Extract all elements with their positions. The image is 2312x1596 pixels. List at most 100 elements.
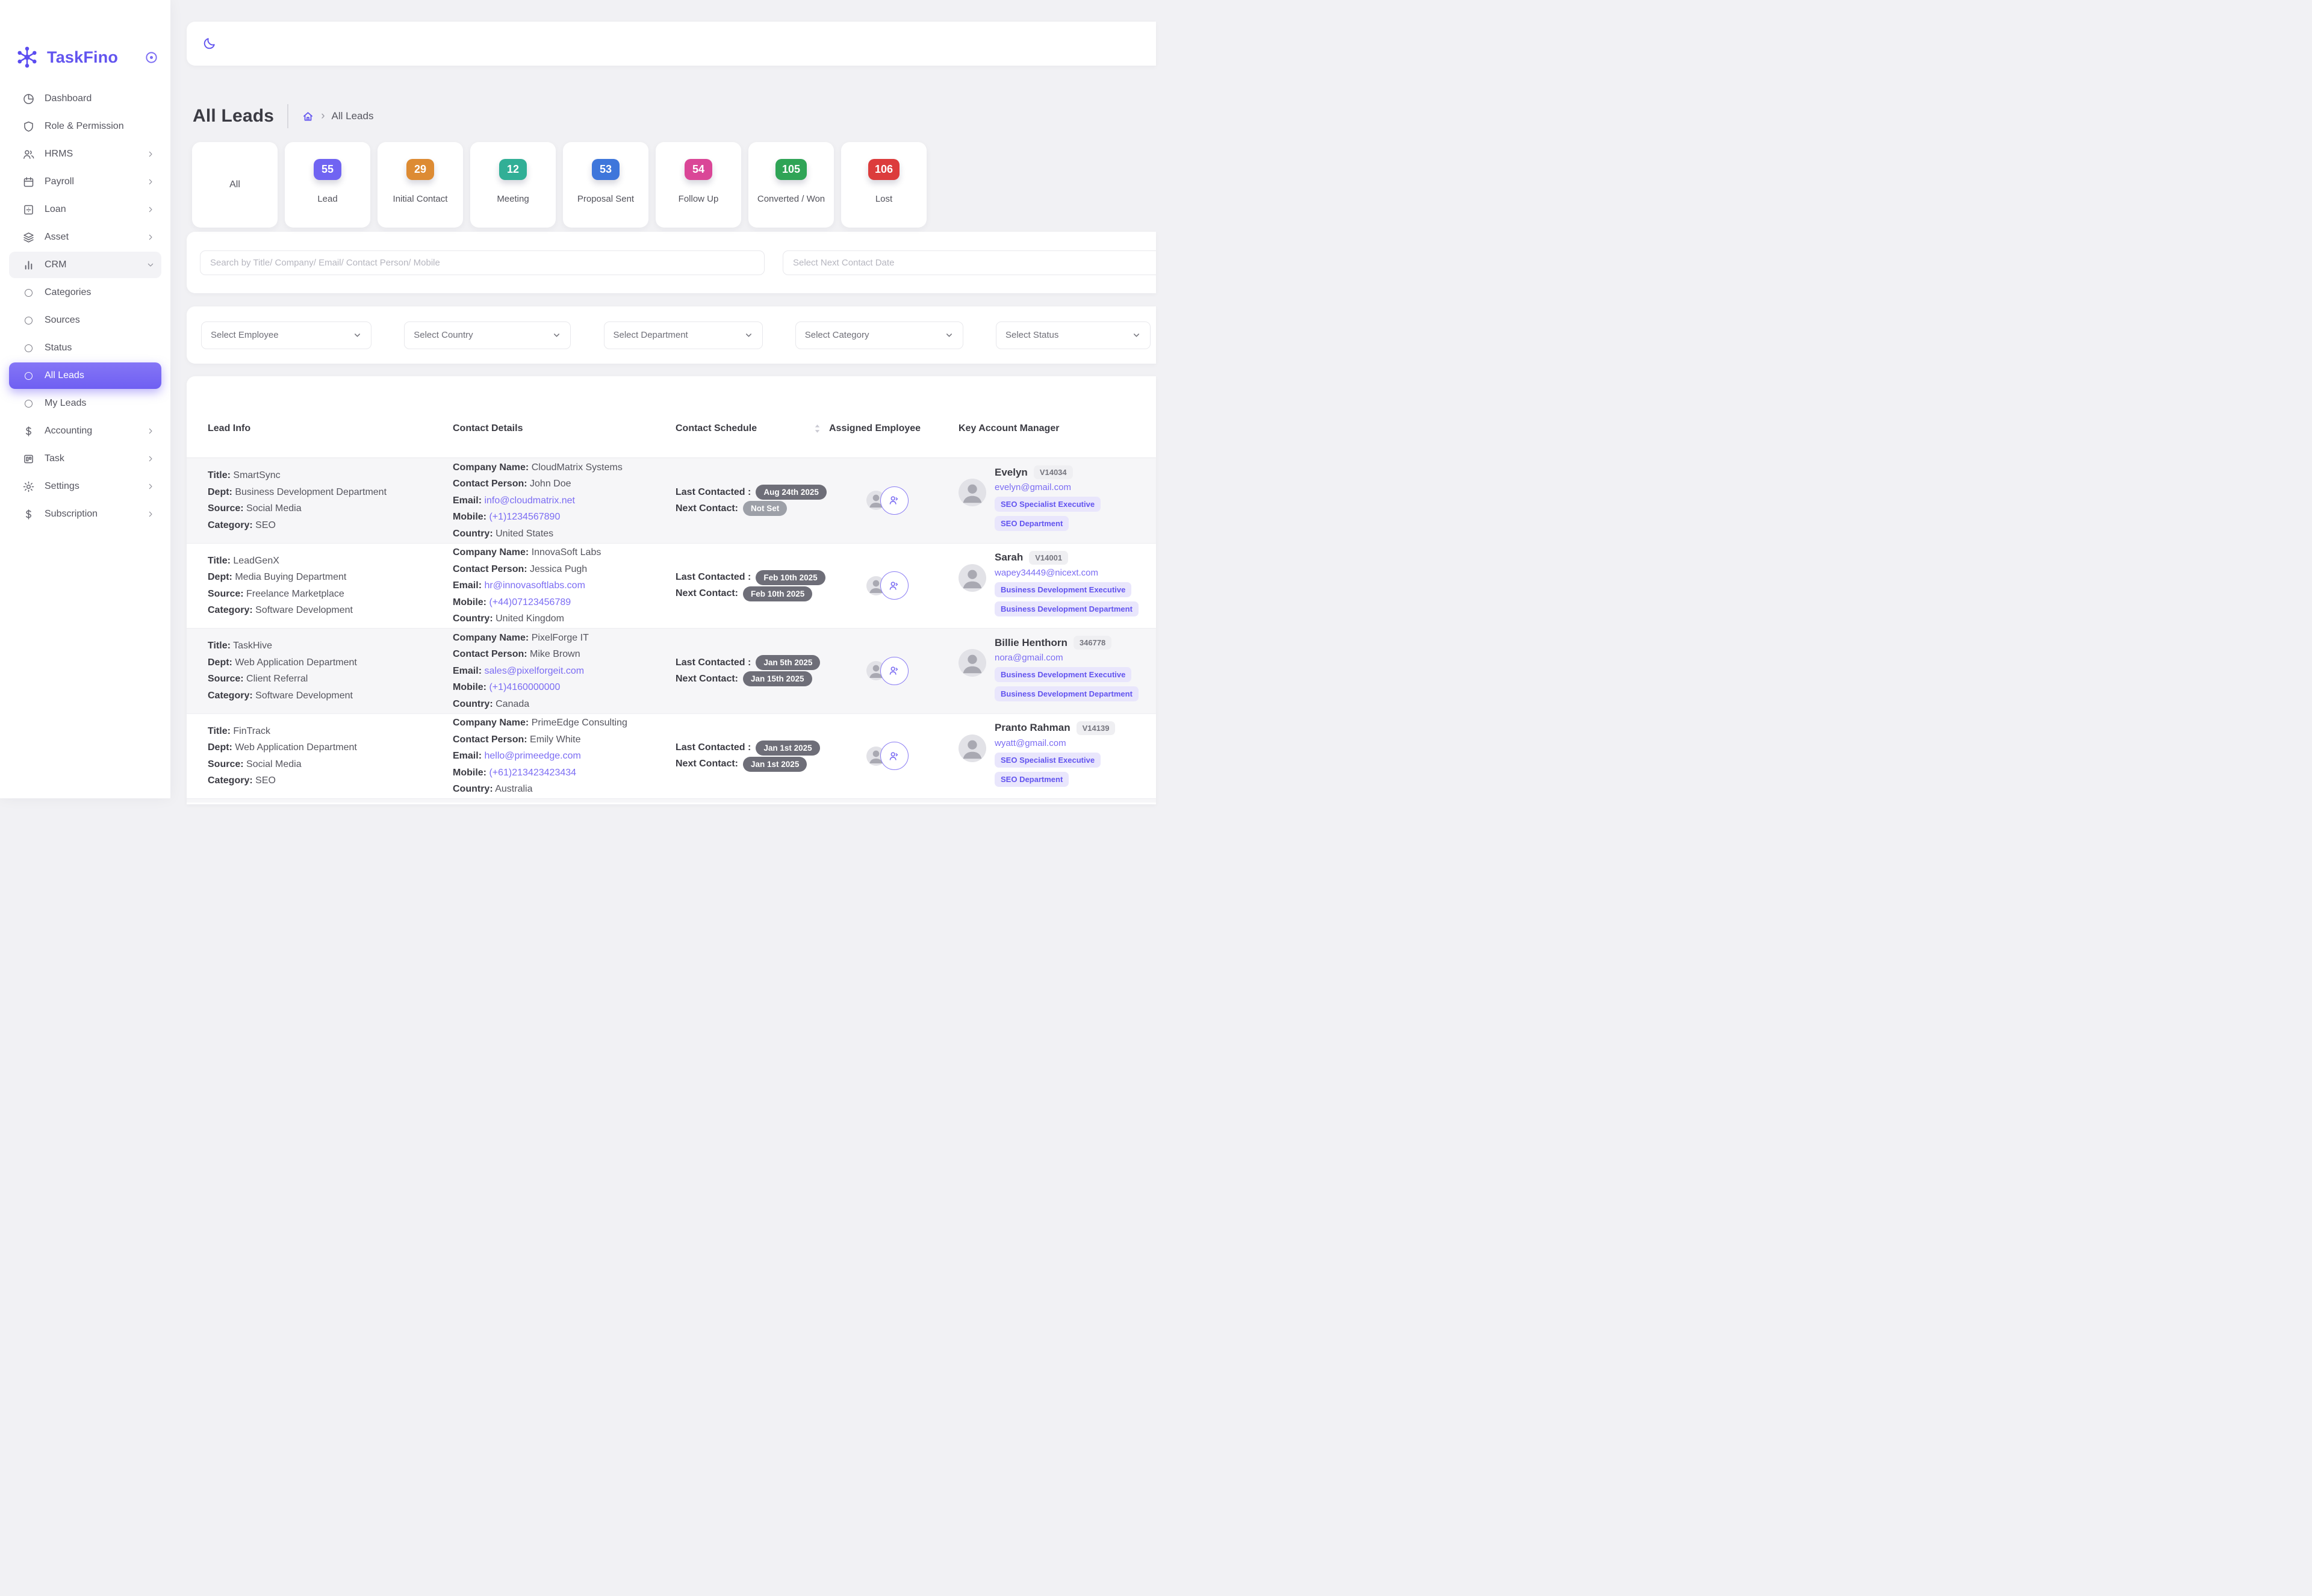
dashboard-icon (22, 93, 35, 105)
sidebar-item-categories[interactable]: Categories (9, 279, 161, 306)
select-department[interactable]: Select Department (604, 321, 763, 349)
select-status[interactable]: Select Status (996, 321, 1151, 349)
sidebar-item-label: Categories (45, 287, 91, 298)
status-card-all[interactable]: All (192, 142, 278, 228)
contact-schedule-cell: Last Contacted :Jan 1st 2025 Next Contac… (676, 739, 829, 773)
key-account-manager-cell: Sarah V14001 wapey34449@nicext.com Busin… (945, 551, 1156, 621)
contact-details-cell: Company Name: InnovaSoft Labs Contact Pe… (453, 544, 676, 627)
sidebar-item-label: My Leads (45, 398, 86, 409)
chevron-down-icon (146, 260, 155, 270)
sidebar-item-subscription[interactable]: Subscription (9, 501, 161, 527)
sidebar-item-my-leads[interactable]: My Leads (9, 390, 161, 417)
avatar (959, 649, 986, 677)
email-link[interactable]: info@cloudmatrix.net (484, 495, 575, 506)
lead-info-cell: Title: LeadGenX Dept: Media Buying Depar… (208, 553, 453, 619)
sidebar-item-label: HRMS (45, 149, 73, 160)
sidebar-item-role-permission[interactable]: Role & Permission (9, 113, 161, 140)
sidebar-toggle-button[interactable] (144, 51, 158, 64)
sidebar-item-loan[interactable]: Loan (9, 196, 161, 223)
assign-user-button[interactable] (880, 657, 909, 685)
contact-details-cell: Company Name: PrimeEdge Consulting Conta… (453, 715, 676, 798)
select-employee[interactable]: Select Employee (201, 321, 371, 349)
mobile-link[interactable]: (+1)4160000000 (489, 682, 560, 692)
avatar (959, 564, 986, 592)
mobile-link[interactable]: (+1)1234567890 (489, 512, 560, 522)
contact-schedule-cell: Last Contacted :Jan 5th 2025 Next Contac… (676, 654, 829, 688)
sidebar-item-all-leads[interactable]: All Leads (9, 362, 161, 389)
chevron-down-icon (1132, 331, 1141, 340)
sidebar-item-settings[interactable]: Settings (9, 473, 161, 500)
chevron-down-icon (945, 331, 954, 340)
table-header-row: Lead Info Contact Details Contact Schedu… (187, 423, 1156, 458)
select-country[interactable]: Select Country (404, 321, 571, 349)
manager-name: Sarah (995, 551, 1023, 564)
sidebar-item-payroll[interactable]: Payroll (9, 169, 161, 195)
sidebar-item-task[interactable]: Task (9, 446, 161, 472)
table-row: Title: TaskHive Dept: Web Application De… (187, 629, 1156, 714)
sidebar-item-sources[interactable]: Sources (9, 307, 161, 334)
select-category[interactable]: Select Category (795, 321, 963, 349)
column-header-lead-info: Lead Info (208, 423, 453, 434)
sidebar-item-accounting[interactable]: Accounting (9, 418, 161, 444)
mobile-link[interactable]: (+44)07123456789 (489, 597, 571, 607)
circle-icon (25, 289, 33, 297)
assign-user-button[interactable] (880, 571, 909, 600)
status-card-lead[interactable]: 55 Lead (285, 142, 370, 228)
status-card-meeting[interactable]: 12 Meeting (470, 142, 556, 228)
search-input[interactable] (200, 250, 765, 275)
manager-name: Pranto Rahman (995, 722, 1071, 734)
assign-user-button[interactable] (880, 486, 909, 515)
sidebar-item-label: Role & Permission (45, 121, 124, 132)
mobile-link[interactable]: (+61)213423423434 (489, 768, 576, 778)
manager-email-link[interactable]: wapey34449@nicext.com (995, 568, 1139, 578)
shield-icon (22, 120, 35, 133)
status-card-converted-won[interactable]: 105 Converted / Won (748, 142, 834, 228)
main-content: All Leads › All Leads All 55 Lead 29 Ini… (170, 0, 1156, 798)
sidebar-item-crm[interactable]: CRM (9, 252, 161, 278)
next-contact-date-input[interactable] (783, 250, 1156, 275)
manager-email-link[interactable]: wyatt@gmail.com (995, 738, 1115, 748)
status-card-lost[interactable]: 106 Lost (841, 142, 927, 228)
column-header-contact-details: Contact Details (453, 423, 676, 434)
chevron-right-icon (146, 509, 155, 519)
sidebar-item-label: Task (45, 453, 64, 464)
status-card-proposal-sent[interactable]: 53 Proposal Sent (563, 142, 648, 228)
leads-table: Lead Info Contact Details Contact Schedu… (187, 376, 1156, 804)
sidebar-item-hrms[interactable]: HRMS (9, 141, 161, 167)
key-account-manager-cell: Billie Henthorn 346778 nora@gmail.com Bu… (945, 636, 1156, 706)
assign-user-button[interactable] (880, 742, 909, 770)
column-header-contact-schedule[interactable]: Contact Schedule (676, 423, 829, 434)
dark-mode-toggle[interactable] (202, 37, 216, 51)
sidebar-item-status[interactable]: Status (9, 335, 161, 361)
dollar-icon (22, 508, 35, 521)
manager-role-badge: SEO Specialist Executive (995, 497, 1101, 512)
status-card-initial-contact[interactable]: 29 Initial Contact (378, 142, 463, 228)
last-contacted-badge: Jan 5th 2025 (756, 655, 820, 670)
email-link[interactable]: sales@pixelforgeit.com (484, 666, 584, 676)
status-count-badge: 54 (685, 159, 712, 180)
column-header-key-account-manager: Key Account Manager (945, 423, 1156, 434)
manager-email-link[interactable]: evelyn@gmail.com (995, 482, 1101, 492)
status-count-badge: 106 (868, 159, 900, 180)
table-row (187, 799, 1156, 803)
sort-icon[interactable] (814, 423, 821, 434)
last-contacted-badge: Aug 24th 2025 (756, 485, 827, 500)
sidebar-item-label: Dashboard (45, 93, 92, 104)
manager-id-badge: 346778 (1074, 636, 1111, 650)
status-count-badge: 12 (499, 159, 527, 180)
email-link[interactable]: hello@primeedge.com (484, 751, 580, 761)
status-cards: All 55 Lead 29 Initial Contact 12 Meetin… (192, 142, 1156, 228)
sidebar-item-label: CRM (45, 259, 66, 270)
status-card-follow-up[interactable]: 54 Follow Up (656, 142, 741, 228)
manager-role-badge: SEO Specialist Executive (995, 753, 1101, 768)
column-header-assigned-employee: Assigned Employee (829, 423, 945, 434)
sidebar-item-dashboard[interactable]: Dashboard (9, 85, 161, 112)
home-icon[interactable] (302, 110, 314, 123)
filters-panel: Select Employee Select Country Select De… (187, 306, 1156, 364)
manager-email-link[interactable]: nora@gmail.com (995, 653, 1139, 663)
sidebar-item-asset[interactable]: Asset (9, 224, 161, 250)
email-link[interactable]: hr@innovasoftlabs.com (484, 580, 585, 591)
contact-schedule-cell: Last Contacted :Feb 10th 2025 Next Conta… (676, 569, 829, 603)
manager-department-badge: SEO Department (995, 772, 1069, 787)
brand-name: TaskFino (47, 48, 118, 67)
